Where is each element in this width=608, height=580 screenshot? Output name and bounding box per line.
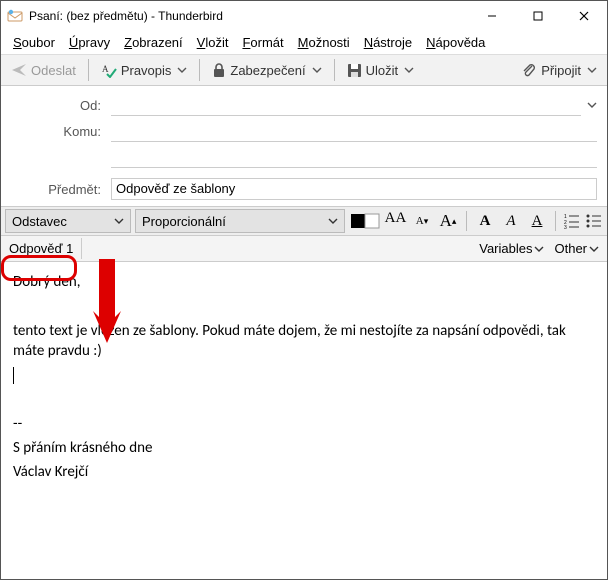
chevron-down-icon xyxy=(404,65,414,75)
attach-button[interactable]: Připojit xyxy=(517,60,601,80)
bullet-list-icon[interactable] xyxy=(585,212,603,230)
to-row: Komu: xyxy=(11,118,597,144)
toolbar-separator xyxy=(334,59,335,81)
numbered-list-icon[interactable]: 123 xyxy=(563,212,581,230)
subject-label: Předmět: xyxy=(11,182,111,197)
subject-row: Předmět: Odpověď ze šablony xyxy=(11,176,597,202)
chevron-down-icon xyxy=(114,216,124,226)
signature-name: Václav Krejčí xyxy=(13,462,595,482)
spellcheck-icon: A xyxy=(101,62,117,78)
svg-text:A: A xyxy=(102,64,109,74)
subject-field[interactable]: Odpověď ze šablony xyxy=(111,178,597,200)
minimize-button[interactable] xyxy=(469,1,515,31)
signature-line: S přáním krásného dne xyxy=(13,438,595,458)
decrease-font-icon[interactable]: A▾ xyxy=(411,210,433,232)
extra-recipient-row xyxy=(11,144,597,170)
from-row: Od: xyxy=(11,92,597,118)
highlight-color-icon[interactable] xyxy=(363,212,381,230)
main-toolbar: Odeslat A Pravopis Zabezpečení Uložit Př… xyxy=(1,55,607,86)
send-icon xyxy=(11,62,27,78)
security-button[interactable]: Zabezpečení xyxy=(208,60,325,80)
window-controls xyxy=(469,1,607,31)
paragraph-style-dropdown[interactable]: Odstavec xyxy=(5,209,131,233)
titlebar: Psaní: (bez předmětu) - Thunderbird xyxy=(1,1,607,31)
chevron-down-icon[interactable] xyxy=(587,100,597,110)
menu-view[interactable]: Zobrazení xyxy=(118,33,189,52)
menu-insert[interactable]: Vložit xyxy=(191,33,235,52)
body-greeting: Dobrý den, xyxy=(13,272,595,292)
spellcheck-label: Pravopis xyxy=(121,63,172,78)
paragraph-label: Odstavec xyxy=(12,214,67,229)
menu-file[interactable]: Soubor xyxy=(7,33,61,52)
toolbar-separator xyxy=(199,59,200,81)
svg-text:3: 3 xyxy=(564,225,567,230)
message-body[interactable]: Dobrý den, tento text je vložen ze šablo… xyxy=(1,262,607,579)
italic-icon[interactable]: A xyxy=(500,210,522,232)
send-label: Odeslat xyxy=(31,63,76,78)
menu-tools[interactable]: Nástroje xyxy=(358,33,418,52)
text-cursor xyxy=(13,367,14,384)
chevron-down-icon xyxy=(534,244,544,254)
app-icon xyxy=(7,8,23,24)
chevron-down-icon xyxy=(587,65,597,75)
variables-dropdown[interactable]: Variables xyxy=(475,239,548,258)
tab-label: Odpověď 1 xyxy=(9,241,73,256)
send-button[interactable]: Odeslat xyxy=(7,60,80,80)
body-paragraph: tento text je vložen ze šablony. Pokud m… xyxy=(13,321,595,362)
font-family-dropdown[interactable]: Proporcionální xyxy=(135,209,345,233)
to-field[interactable] xyxy=(111,120,597,142)
maximize-button[interactable] xyxy=(515,1,561,31)
paperclip-icon xyxy=(521,62,537,78)
chevron-down-icon xyxy=(589,244,599,254)
close-button[interactable] xyxy=(561,1,607,31)
menu-edit[interactable]: Úpravy xyxy=(63,33,116,52)
save-icon xyxy=(347,63,362,78)
menu-format[interactable]: Formát xyxy=(236,33,289,52)
font-label: Proporcionální xyxy=(142,214,226,229)
attach-label: Připojit xyxy=(541,63,581,78)
extra-recipient-field[interactable] xyxy=(111,146,597,168)
menubar: Soubor Úpravy Zobrazení Vložit Formát Mo… xyxy=(1,31,607,55)
save-button[interactable]: Uložit xyxy=(343,61,419,80)
font-size-dropdown[interactable]: AA xyxy=(385,210,407,232)
spellcheck-button[interactable]: A Pravopis xyxy=(97,60,192,80)
separator xyxy=(466,211,467,231)
security-label: Zabezpečení xyxy=(230,63,305,78)
from-field[interactable] xyxy=(111,94,581,116)
toolbar-separator xyxy=(88,59,89,81)
formatting-toolbar: Odstavec Proporcionální AA A▾ A▴ A A A 1… xyxy=(1,206,607,236)
chevron-down-icon xyxy=(328,216,338,226)
chevron-down-icon xyxy=(312,65,322,75)
chevron-down-icon xyxy=(177,65,187,75)
message-headers: Od: Komu: Předmět: Odpověď ze šablony xyxy=(1,86,607,206)
template-tab[interactable]: Odpověď 1 xyxy=(1,238,82,259)
lock-icon xyxy=(212,62,226,78)
bold-icon[interactable]: A xyxy=(474,210,496,232)
from-label: Od: xyxy=(11,98,111,113)
increase-font-icon[interactable]: A▴ xyxy=(437,210,459,232)
to-label: Komu: xyxy=(11,124,111,139)
compose-window: Psaní: (bez předmětu) - Thunderbird Soub… xyxy=(0,0,608,580)
template-tabbar: Odpověď 1 Variables Other xyxy=(1,236,607,262)
signature-dashes: -- xyxy=(13,414,595,434)
save-label: Uložit xyxy=(366,63,399,78)
underline-icon[interactable]: A xyxy=(526,210,548,232)
menu-help[interactable]: Nápověda xyxy=(420,33,491,52)
other-dropdown[interactable]: Other xyxy=(550,239,603,258)
menu-options[interactable]: Možnosti xyxy=(292,33,356,52)
separator xyxy=(555,211,556,231)
other-label: Other xyxy=(554,241,587,256)
window-title: Psaní: (bez předmětu) - Thunderbird xyxy=(29,9,469,23)
variables-label: Variables xyxy=(479,241,532,256)
